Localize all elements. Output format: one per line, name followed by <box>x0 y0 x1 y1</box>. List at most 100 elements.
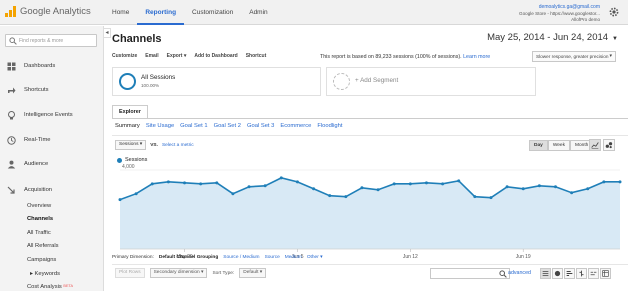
gear-icon[interactable] <box>608 6 620 18</box>
motion-chart-icon[interactable] <box>603 139 615 151</box>
sidebar-sub-campaigns[interactable]: Campaigns <box>27 257 56 263</box>
learn-more-link[interactable]: Learn more <box>463 54 490 60</box>
sidebar-item-shortcuts[interactable]: Shortcuts <box>0 83 104 97</box>
table-view-toggle <box>540 268 611 279</box>
precision-value: Slower response, greater precision <box>536 54 609 59</box>
email-button[interactable]: Email <box>145 53 158 59</box>
secondary-dimension-select[interactable]: Secondary dimension ▾ <box>149 268 208 278</box>
date-range-picker[interactable]: May 25, 2014 - Jun 24, 2014 ▼ <box>487 32 618 43</box>
sort-type-label: Sort Type: <box>212 270 235 276</box>
subtab-goal-set-2[interactable]: Goal Set 2 <box>214 123 241 129</box>
line-chart-icon[interactable] <box>589 139 601 151</box>
performance-view-icon[interactable] <box>564 268 575 279</box>
sessions-point <box>586 187 590 191</box>
comparison-view-icon[interactable] <box>576 268 587 279</box>
nav-reporting[interactable]: Reporting <box>137 0 185 25</box>
dimension-source-medium-link[interactable]: Source / Medium <box>223 255 259 260</box>
vs-label: VS. <box>150 142 158 148</box>
subtab-summary[interactable]: Summary <box>115 123 140 129</box>
subtab-goal-set-1[interactable]: Goal Set 1 <box>180 123 207 129</box>
account-switcher[interactable]: demoalytics.ga@gmail.com Google Store - … <box>519 4 600 24</box>
subtab-ecommerce[interactable]: Ecommerce <box>280 123 311 129</box>
pivot-view-icon[interactable] <box>600 268 611 279</box>
table-filter-input[interactable] <box>430 268 510 279</box>
add-segment-button[interactable]: + Add Segment <box>326 67 536 96</box>
subtab-floodlight[interactable]: Floodlight <box>317 123 342 129</box>
nav-customization[interactable]: Customization <box>184 0 241 25</box>
sidebar-sub-all-traffic[interactable]: All Traffic <box>27 230 51 236</box>
segment-all-sessions[interactable]: All Sessions 100.00% <box>112 67 321 96</box>
sidebar-collapse-button[interactable]: ◂ <box>103 28 111 38</box>
sessions-chart: 4,0002,000May 29Jun 5Jun 12Jun 19 Sessio… <box>112 154 628 264</box>
legend-label: Sessions <box>125 157 148 163</box>
sidebar-item-label: Shortcuts <box>24 87 49 93</box>
segment-percent: 100.00% <box>141 83 160 88</box>
nav-admin[interactable]: Admin <box>241 0 275 25</box>
metric-select[interactable]: Sessions ▾ <box>115 140 147 150</box>
table-view-icon[interactable] <box>540 268 551 279</box>
account-view: AllofPro demo <box>571 17 600 22</box>
sessions-point <box>618 180 622 184</box>
chart-legend: Sessions <box>117 157 147 163</box>
add-to-dashboard-button[interactable]: Add to Dashboard <box>194 53 237 59</box>
chevron-down-icon: ▼ <box>612 36 618 42</box>
subtab-site-usage[interactable]: Site Usage <box>146 123 174 129</box>
sidebar-item-intelligence-events[interactable]: Intelligence Events <box>0 108 104 122</box>
dashboard-icon <box>7 62 16 70</box>
sidebar-sub-overview[interactable]: Overview <box>27 203 51 209</box>
period-week-button[interactable]: Week <box>547 140 570 151</box>
export-button[interactable]: Export ▾ <box>167 53 187 59</box>
analytics-logo-icon <box>5 5 17 17</box>
dimension-source-link[interactable]: Source <box>265 255 280 260</box>
period-day-button[interactable]: Day <box>529 140 548 151</box>
advanced-filter-link[interactable]: advanced <box>508 270 531 276</box>
sidebar-item-real-time[interactable]: Real-Time <box>0 133 104 147</box>
sidebar-sub-keywords[interactable]: ▸ Keywords <box>30 271 60 277</box>
sessions-point <box>295 180 299 184</box>
primary-dimension-bar: Primary Dimension: Default Channel Group… <box>112 255 323 260</box>
sidebar-sub-cost-analysis[interactable]: Cost Analysis BETA <box>27 284 73 290</box>
top-nav: Home Reporting Customization Admin <box>104 0 276 25</box>
sessions-point <box>505 185 509 189</box>
acquisition-arrow-icon <box>7 186 15 194</box>
sidebar-item-audience[interactable]: Audience <box>0 157 104 171</box>
person-icon <box>7 160 16 168</box>
plot-rows-button[interactable]: Plot Rows <box>115 268 145 278</box>
report-toolbar: Customize Email Export ▾ Add to Dashboar… <box>112 53 266 59</box>
sidebar-item-acquisition[interactable]: Acquisition <box>0 183 104 197</box>
customize-button[interactable]: Customize <box>112 53 137 59</box>
shortcut-arrow-icon <box>8 87 16 93</box>
report-search-input[interactable]: Find reports & more <box>5 34 97 47</box>
sessions-point <box>134 192 138 196</box>
sessions-point <box>360 186 364 190</box>
shortcut-button[interactable]: Shortcut <box>246 53 267 59</box>
sessions-point <box>392 182 396 186</box>
dimension-medium-link[interactable]: Medium <box>285 255 302 260</box>
sidebar-item-dashboards[interactable]: Dashboards <box>0 59 104 73</box>
term-cloud-view-icon[interactable] <box>588 268 599 279</box>
sampling-text: This report is based on 89,233 sessions … <box>320 54 462 60</box>
divider <box>112 264 628 265</box>
sidebar-sub-channels[interactable]: Channels <box>27 216 53 222</box>
nav-home[interactable]: Home <box>104 0 137 25</box>
sidebar: Find reports & more Dashboards Shortcuts… <box>0 26 104 291</box>
sidebar-sub-all-referrals[interactable]: All Referrals <box>27 243 59 249</box>
sessions-point <box>279 176 283 180</box>
search-placeholder: Find reports & more <box>19 38 64 44</box>
sessions-point <box>150 182 154 186</box>
dimension-other-link[interactable]: Other ▾ <box>307 255 323 260</box>
sessions-point <box>408 182 412 186</box>
precision-select[interactable]: Slower response, greater precision ▾ <box>532 51 616 62</box>
select-metric-link[interactable]: Select a metric <box>162 143 194 148</box>
sort-type-select[interactable]: Default ▾ <box>239 268 267 278</box>
chart-type-toggle <box>589 139 615 151</box>
sessions-point <box>183 181 187 185</box>
google-analytics-logo[interactable]: Google Analytics <box>5 5 91 17</box>
sessions-point <box>166 180 170 184</box>
pie-view-icon[interactable] <box>552 268 563 279</box>
sessions-point <box>376 188 380 192</box>
subtab-goal-set-3[interactable]: Goal Set 3 <box>247 123 274 129</box>
sidebar-item-label: Acquisition <box>24 187 53 193</box>
sessions-point <box>424 181 428 185</box>
tab-explorer[interactable]: Explorer <box>112 105 148 119</box>
